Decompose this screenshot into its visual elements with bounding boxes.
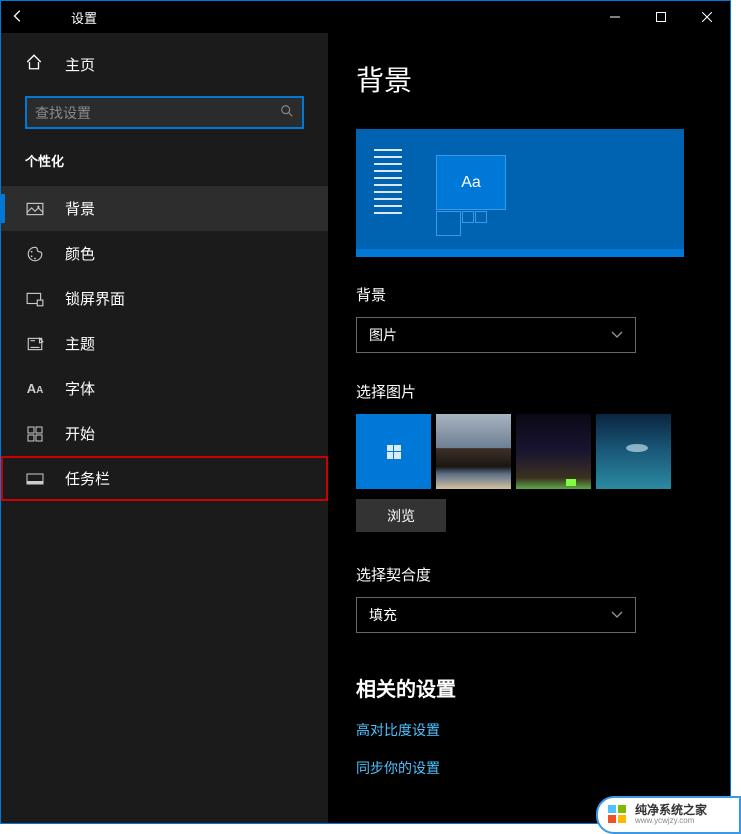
select-value: 填充 [369,605,611,625]
browse-button[interactable]: 浏览 [356,499,446,532]
nav-label: 主题 [65,333,95,354]
thumb-4[interactable] [596,414,671,489]
picture-thumbnails [356,414,702,489]
themes-icon [25,335,45,353]
sidebar-item-taskbar[interactable]: 任务栏 [1,456,328,501]
window-title: 设置 [71,8,97,27]
search-input[interactable] [35,105,280,121]
watermark-url: www.ycwjzy.com [635,817,707,826]
start-icon [25,426,45,442]
high-contrast-link[interactable]: 高对比度设置 [356,720,702,740]
nav-label: 字体 [65,378,95,399]
home-nav[interactable]: 主页 [1,43,328,86]
sidebar-item-lockscreen[interactable]: 锁屏界面 [1,276,328,321]
palette-icon [25,245,45,263]
sidebar-item-background[interactable]: 背景 [1,186,328,231]
taskbar-icon [25,472,45,486]
settings-window: 设置 主页 个性化 [0,0,731,824]
fit-label: 选择契合度 [356,564,702,585]
thumb-3[interactable] [516,414,591,489]
lockscreen-icon [25,290,45,308]
chevron-down-icon [611,608,623,622]
nav-label: 背景 [65,198,95,219]
sidebar-item-start[interactable]: 开始 [1,411,328,456]
nav-label: 开始 [65,423,95,444]
back-button[interactable] [11,9,51,26]
section-label: 个性化 [1,139,328,178]
titlebar: 设置 [1,1,730,33]
search-box[interactable] [25,96,304,129]
desktop-preview: Aa [356,129,684,254]
page-title: 背景 [356,59,702,99]
picture-icon [25,200,45,218]
watermark-logo-icon [606,803,630,827]
window-controls [592,1,730,33]
minimize-button[interactable] [592,1,638,33]
home-label: 主页 [65,54,95,75]
watermark: 纯净系统之家 www.ycwjzy.com [596,796,741,834]
sidebar-item-fonts[interactable]: AA 字体 [1,366,328,411]
thumb-1[interactable] [356,414,431,489]
nav-label: 锁屏界面 [65,288,125,309]
sidebar-item-themes[interactable]: 主题 [1,321,328,366]
nav-label: 任务栏 [65,468,110,489]
thumb-2[interactable] [436,414,511,489]
fit-select[interactable]: 填充 [356,597,636,633]
sidebar-item-colors[interactable]: 颜色 [1,231,328,276]
close-button[interactable] [684,1,730,33]
content-area: 背景 Aa 背景 图片 选择图片 浏览 [328,33,730,823]
preview-tile: Aa [436,155,506,210]
maximize-button[interactable] [638,1,684,33]
sync-settings-link[interactable]: 同步你的设置 [356,758,702,778]
nav-label: 颜色 [65,243,95,264]
background-select[interactable]: 图片 [356,317,636,353]
home-icon [25,53,45,76]
choose-picture-label: 选择图片 [356,381,702,402]
related-settings-title: 相关的设置 [356,673,702,702]
sidebar: 主页 个性化 背景 颜色 [1,33,328,823]
fonts-icon: AA [25,381,45,396]
chevron-down-icon [611,328,623,342]
search-icon [280,104,294,121]
select-value: 图片 [369,325,611,345]
background-label: 背景 [356,284,702,305]
